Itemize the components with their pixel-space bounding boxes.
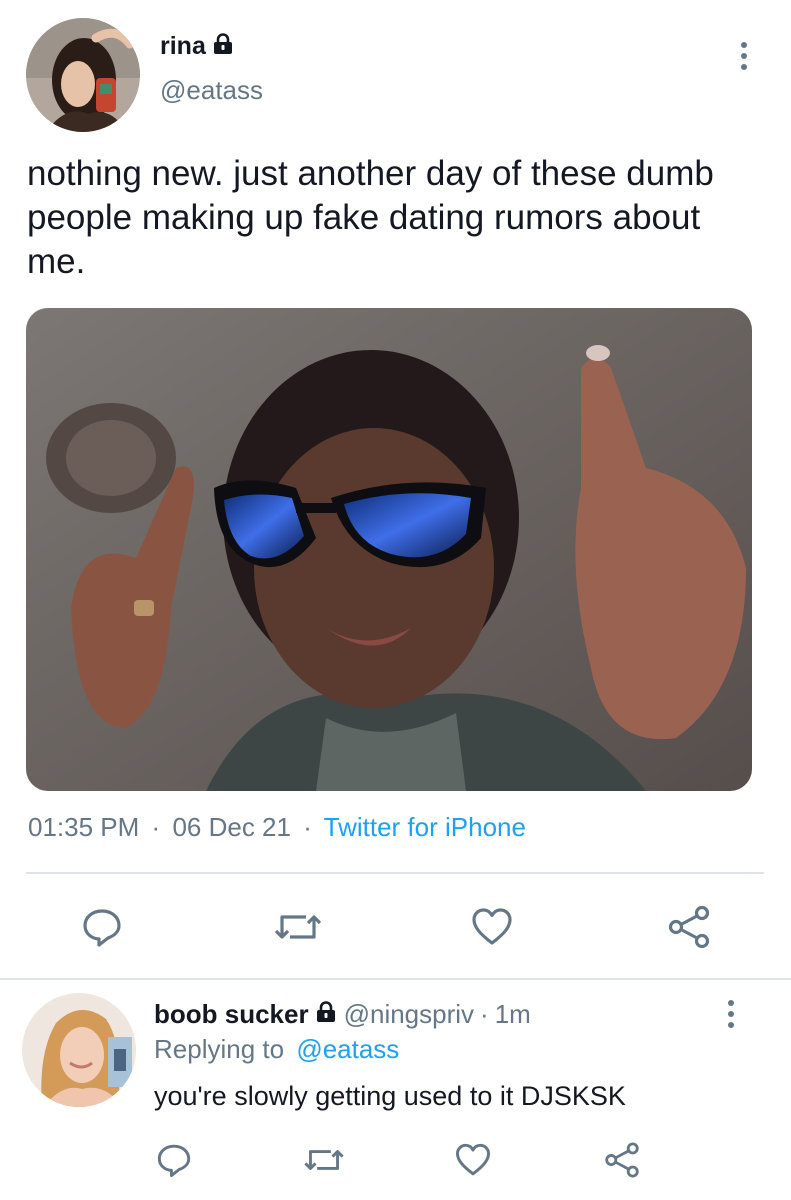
replying-to-handle[interactable]: @eatass — [296, 1034, 399, 1064]
media-photo — [26, 308, 752, 791]
tweet-time[interactable]: 01:35 PM — [28, 812, 139, 842]
tweet-date[interactable]: 06 Dec 21 — [172, 812, 291, 842]
lock-icon — [315, 999, 337, 1030]
share-icon[interactable] — [665, 903, 713, 951]
reply-author-avatar[interactable] — [22, 993, 136, 1107]
more-vertical-icon[interactable] — [738, 42, 750, 70]
retweet-icon[interactable] — [300, 1140, 348, 1180]
reply-age: 1m — [494, 998, 531, 1029]
reply-icon[interactable] — [78, 903, 126, 951]
tweet-text: nothing new. just another day of these d… — [27, 154, 714, 281]
avatar-photo — [26, 18, 140, 132]
reply-header-row: boob sucker @ningspriv · 1m — [154, 998, 531, 1030]
heart-icon[interactable] — [468, 903, 516, 951]
lock-icon — [212, 32, 234, 60]
reply-author-handle[interactable]: @ningspriv — [344, 999, 474, 1030]
author-name-row: rina — [160, 30, 234, 62]
avatar-photo — [22, 993, 136, 1107]
retweet-icon[interactable] — [270, 903, 326, 951]
tweet-meta-row: 01:35 PM · 06 Dec 21 · Twitter for iPhon… — [28, 812, 526, 843]
tweet-divider — [0, 978, 791, 980]
more-vertical-icon[interactable] — [725, 1000, 737, 1028]
share-icon[interactable] — [602, 1140, 642, 1180]
meta-divider — [26, 872, 764, 874]
heart-icon[interactable] — [453, 1140, 493, 1180]
tweet-media-image[interactable] — [26, 308, 752, 791]
meta-separator: · — [151, 812, 161, 842]
author-avatar[interactable] — [26, 18, 140, 132]
author-display-name[interactable]: rina — [160, 32, 206, 61]
replying-to-label: Replying to — [154, 1034, 285, 1064]
replying-to-row: Replying to @eatass — [154, 1034, 399, 1065]
meta-separator: · — [480, 998, 489, 1029]
reply-icon[interactable] — [154, 1140, 194, 1180]
author-handle[interactable]: @eatass — [160, 75, 263, 106]
reply-text: you're slowly getting used to it DJSKSK — [154, 1081, 626, 1111]
reply-author-name[interactable]: boob sucker — [154, 999, 309, 1030]
tweet-source[interactable]: Twitter for iPhone — [324, 812, 526, 842]
meta-separator: · — [303, 812, 312, 842]
